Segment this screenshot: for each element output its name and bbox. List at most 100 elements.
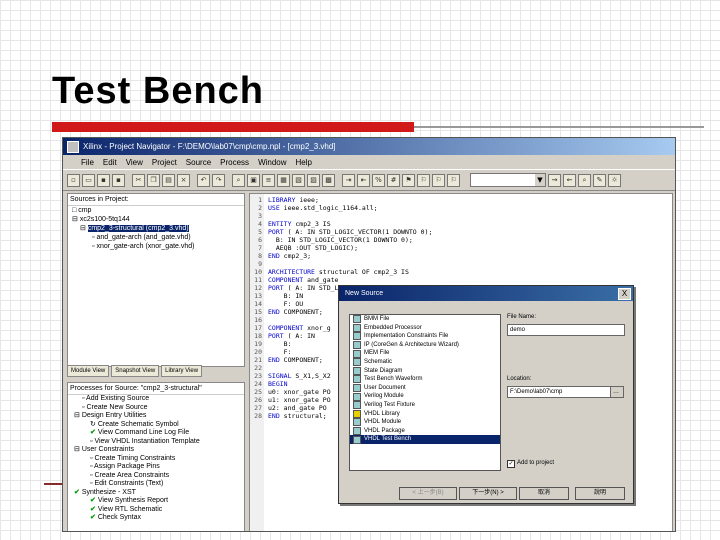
tree-item-and-gate[interactable]: ▫ and_gate-arch (and_gate.vhd) (68, 233, 244, 242)
tip-icon[interactable]: ☼ (608, 173, 621, 187)
save-all-icon[interactable]: ▪ (112, 173, 125, 187)
tab-library-view[interactable]: Library View (161, 365, 203, 377)
search-combo[interactable]: ▼ (470, 173, 546, 187)
copy-icon[interactable]: ❐ (147, 173, 160, 187)
tree-item-project[interactable]: □ cmp (68, 206, 244, 215)
code-keyword: ARCHITECTURE (268, 268, 315, 276)
find-prev-icon[interactable]: ⇜ (563, 173, 576, 187)
windows-icon[interactable]: ▩ (322, 173, 335, 187)
list-item[interactable]: Implementation Constraints File (350, 332, 500, 341)
menu-process[interactable]: Process (220, 158, 249, 167)
next-button[interactable]: 下一步(N) > (459, 487, 517, 500)
dialog-titlebar[interactable]: New Source X (339, 286, 633, 301)
list-item[interactable]: Verilog Module (350, 392, 500, 401)
tab-module-view[interactable]: Module View (67, 365, 110, 377)
list-item[interactable]: VHDL Package (350, 427, 500, 436)
process-item[interactable]: ⊟ User Constraints (68, 446, 244, 455)
list-item[interactable]: Embedded Processor (350, 323, 500, 333)
waveform-icon (353, 375, 361, 384)
process-item[interactable]: ✔ Synthesize - XST (68, 489, 244, 498)
code-line: 6 B: IN STD_LOGIC_VECTOR(1 DOWNTO 0); (252, 236, 413, 244)
source-type-list[interactable]: BMM File Embedded Processor Implementati… (349, 314, 501, 471)
list-item[interactable]: VHDL Library (350, 409, 500, 419)
paste-icon[interactable]: ▤ (162, 173, 175, 187)
process-item[interactable]: ▫ Add Existing Source (68, 395, 244, 404)
processes-icon[interactable]: ▧ (292, 173, 305, 187)
process-item[interactable]: ▫ Edit Constraints (Text) (68, 480, 244, 489)
prev-bookmark-icon[interactable]: ⚐ (432, 173, 445, 187)
process-item[interactable]: ✔ View Synthesis Report (68, 497, 244, 506)
add-to-project-checkbox[interactable]: ✓ (507, 460, 515, 468)
cut-icon[interactable]: ✂ (132, 173, 145, 187)
process-item[interactable]: ▫ Create New Source (68, 404, 244, 413)
list-item-selected[interactable]: VHDL Test Bench (350, 435, 500, 444)
process-item[interactable]: ↻ Create Schematic Symbol (68, 421, 244, 430)
code-line: 27 u2: and_gate PO (252, 404, 327, 412)
tab-snapshot-view[interactable]: Snapshot View (111, 365, 160, 377)
outdent-icon[interactable]: ⇤ (357, 173, 370, 187)
list-item[interactable]: IP (CoreGen & Architecture Wizard) (350, 341, 500, 350)
find-next-icon[interactable]: ⇝ (548, 173, 561, 187)
save-icon[interactable]: ▪ (97, 173, 110, 187)
browse-button[interactable]: … (610, 386, 624, 398)
back-button[interactable]: < 上一步(B) (399, 487, 457, 500)
list-item[interactable]: BMM File (350, 315, 500, 324)
find-in-files-icon[interactable]: ⌕ (578, 173, 591, 187)
tree-item-device[interactable]: ⊟ xc2s100-5tq144 (68, 215, 244, 224)
list-item[interactable]: VHDL Module (350, 418, 500, 427)
tree-item-xnor-gate[interactable]: ▫ xnor_gate-arch (xnor_gate.vhd) (68, 242, 244, 251)
indent-icon[interactable]: ⇥ (342, 173, 355, 187)
process-item[interactable]: ⊟ Design Entry Utilities (68, 412, 244, 421)
process-item[interactable]: ✔ View Command Line Log File (68, 429, 244, 438)
list-item[interactable]: User Document (350, 384, 500, 393)
slide-title: Test Bench (52, 70, 265, 112)
delete-icon[interactable]: × (177, 173, 190, 187)
list-item[interactable]: Verilog Test Fixture (350, 401, 500, 410)
menu-file[interactable]: File (81, 158, 94, 167)
language-templates-icon[interactable]: ✎ (593, 173, 606, 187)
file-name-input[interactable]: demo (507, 324, 625, 336)
close-icon[interactable]: X (618, 288, 631, 300)
info-icon[interactable]: ▣ (247, 173, 260, 187)
menu-source[interactable]: Source (186, 158, 211, 167)
cancel-button[interactable]: 取消 (519, 487, 569, 500)
bookmark-icon[interactable]: ⚑ (402, 173, 415, 187)
menu-project[interactable]: Project (152, 158, 177, 167)
sources-icon[interactable]: ▦ (277, 173, 290, 187)
menu-window[interactable]: Window (258, 158, 286, 167)
line-number: 12 (254, 284, 262, 292)
uncomment-icon[interactable]: # (387, 173, 400, 187)
location-input[interactable]: F:\Demo\lab07\cmp (507, 386, 611, 398)
tree-item-cmp2-3[interactable]: ⊟ cmp2_3-structural (cmp2_3.vhd) (68, 224, 244, 233)
open-folder-icon[interactable]: ▭ (82, 173, 95, 187)
next-bookmark-icon[interactable]: ⚐ (417, 173, 430, 187)
process-item[interactable]: ✔ Check Syntax (68, 514, 244, 523)
process-item[interactable]: ▫ View VHDL Instantiation Template (68, 438, 244, 447)
window-titlebar[interactable]: Xilinx - Project Navigator - F:\DEMO\lab… (63, 138, 675, 155)
comment-icon[interactable]: % (372, 173, 385, 187)
processes-panel: Processes for Source: "cmp2_3-structural… (67, 382, 245, 531)
menu-help[interactable]: Help (296, 158, 312, 167)
code-line: 2 USE ieee.std_logic_1164.all; (252, 204, 378, 212)
list-item[interactable]: Schematic (350, 358, 500, 367)
process-item[interactable]: ▫ Assign Package Pins (68, 463, 244, 472)
list-item[interactable]: Test Bench Waveform (350, 375, 500, 384)
undo-icon[interactable]: ↶ (197, 173, 210, 187)
console-icon[interactable]: ▨ (307, 173, 320, 187)
new-file-icon[interactable]: ▫ (67, 173, 80, 187)
list-item[interactable]: State Diagram (350, 366, 500, 376)
code-line: 21 END COMPONENT; (252, 356, 323, 364)
find-icon[interactable]: ⌕ (232, 173, 245, 187)
menu-edit[interactable]: Edit (103, 158, 117, 167)
list-icon[interactable]: ≡ (262, 173, 275, 187)
menu-view[interactable]: View (126, 158, 143, 167)
chevron-down-icon[interactable]: ▼ (535, 174, 545, 186)
process-item[interactable]: ▫ Create Timing Constraints (68, 455, 244, 464)
code-text: u2: and_gate PO (268, 404, 327, 412)
process-item[interactable]: ▫ Create Area Constraints (68, 472, 244, 481)
help-button[interactable]: 說明 (575, 487, 625, 500)
redo-icon[interactable]: ↷ (212, 173, 225, 187)
list-item[interactable]: MEM File (350, 349, 500, 358)
clear-bookmarks-icon[interactable]: ⚐ (447, 173, 460, 187)
process-item[interactable]: ✔ View RTL Schematic (68, 506, 244, 515)
